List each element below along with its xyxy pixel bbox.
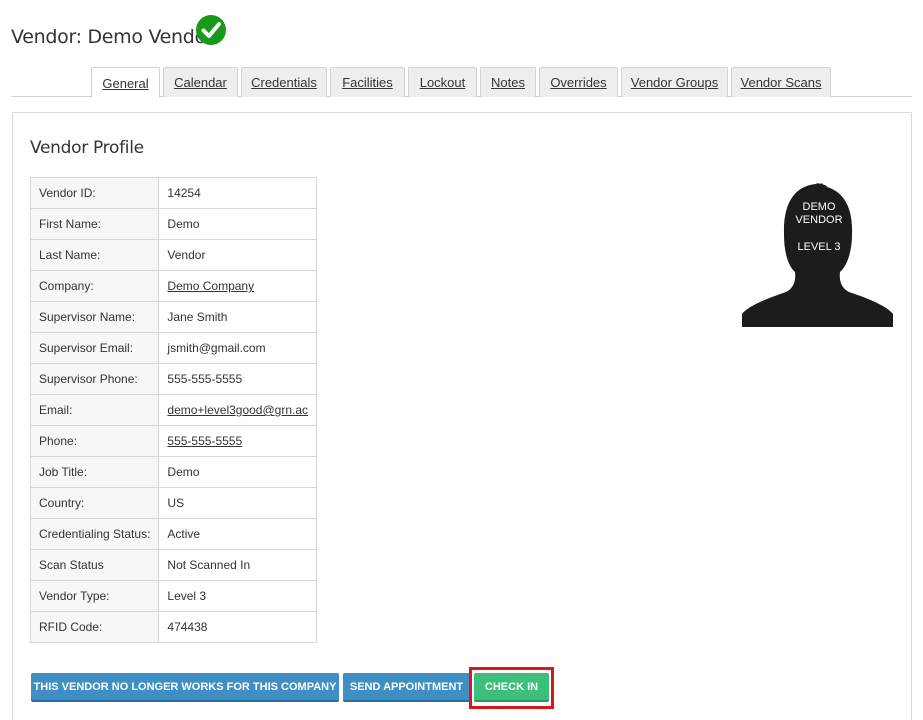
profile-value: US [158, 487, 318, 519]
check-circle-icon [196, 15, 226, 45]
profile-value: 14254 [158, 177, 318, 209]
profile-label: Country: [29, 487, 160, 519]
profile-row: Supervisor Phone: 555-555-5555 [29, 363, 318, 395]
tab-facilities[interactable]: Facilities [330, 67, 405, 97]
tab-vendor-scans[interactable]: Vendor Scans [731, 67, 831, 97]
profile-row: Company: Demo Company [29, 270, 318, 302]
vendor-profile-table: Vendor ID: 14254 First Name: Demo Last Name:… [29, 177, 318, 643]
profile-value-cell: Demo Company [158, 270, 318, 302]
tab-general[interactable]: General [91, 67, 160, 98]
no-longer-works-button[interactable]: THIS VENDOR NO LONGER WORKS FOR THIS COM… [31, 673, 339, 702]
profile-value: Demo [158, 208, 318, 240]
profile-row: Phone: 555-555-5555 [29, 425, 318, 457]
profile-value: 555-555-5555 [158, 363, 318, 395]
vendor-avatar: DEMO VENDOR LEVEL 3 [742, 183, 893, 327]
profile-row: Vendor Type: Level 3 [29, 580, 318, 612]
profile-row: Last Name: Vendor [29, 239, 318, 271]
profile-label: RFID Code: [29, 611, 160, 643]
check-in-highlight-box [469, 667, 554, 709]
tab-credentials[interactable]: Credentials [241, 67, 327, 97]
profile-value: Not Scanned In [158, 549, 318, 581]
profile-row: Vendor ID: 14254 [29, 177, 318, 209]
profile-row: First Name: Demo [29, 208, 318, 240]
profile-value-link[interactable]: Demo Company [167, 279, 254, 293]
profile-row: Supervisor Name: Jane Smith [29, 301, 318, 333]
profile-label: Vendor Type: [29, 580, 160, 612]
tab-lockout[interactable]: Lockout [408, 67, 477, 97]
section-title: Vendor Profile [30, 138, 144, 158]
avatar-line1: DEMO [803, 201, 836, 213]
profile-value-link[interactable]: demo+level3good@grn.ac [167, 403, 308, 417]
profile-value: jsmith@gmail.com [158, 332, 318, 364]
profile-label: Supervisor Name: [29, 301, 160, 333]
profile-label: Vendor ID: [29, 177, 160, 209]
profile-label: Supervisor Email: [29, 332, 160, 364]
profile-label: Credentialing Status: [29, 518, 160, 550]
profile-value: Jane Smith [158, 301, 318, 333]
profile-value: 474438 [158, 611, 318, 643]
profile-value: Demo [158, 456, 318, 488]
profile-row: Country: US [29, 487, 318, 519]
page-title: Vendor: Demo Vendor [11, 26, 214, 48]
tab-calendar[interactable]: Calendar [163, 67, 238, 97]
profile-row: Supervisor Email: jsmith@gmail.com [29, 332, 318, 364]
profile-value: Vendor [158, 239, 318, 271]
tab-notes[interactable]: Notes [480, 67, 536, 97]
send-appointment-button[interactable]: SEND APPOINTMENT [343, 673, 470, 702]
tab-vendor-groups[interactable]: Vendor Groups [621, 67, 728, 97]
profile-label: Company: [29, 270, 160, 302]
profile-value-cell: demo+level3good@grn.ac [158, 394, 318, 426]
profile-row: Credentialing Status: Active [29, 518, 318, 550]
profile-label: First Name: [29, 208, 160, 240]
profile-value: Active [158, 518, 318, 550]
profile-label: Scan Status [29, 549, 160, 581]
profile-label: Phone: [29, 425, 160, 457]
profile-label: Last Name: [29, 239, 160, 271]
profile-value-link[interactable]: 555-555-5555 [167, 434, 242, 448]
profile-label: Email: [29, 394, 160, 426]
profile-row: Email: demo+level3good@grn.ac [29, 394, 318, 426]
profile-label: Job Title: [29, 456, 160, 488]
profile-row: RFID Code: 474438 [29, 611, 318, 643]
profile-row: Scan Status Not Scanned In [29, 549, 318, 581]
avatar-line3: LEVEL 3 [797, 241, 840, 253]
profile-value: Level 3 [158, 580, 318, 612]
profile-label: Supervisor Phone: [29, 363, 160, 395]
tab-overrides[interactable]: Overrides [539, 67, 618, 97]
profile-row: Job Title: Demo [29, 456, 318, 488]
avatar-line2: VENDOR [795, 214, 842, 226]
profile-value-cell: 555-555-5555 [158, 425, 318, 457]
